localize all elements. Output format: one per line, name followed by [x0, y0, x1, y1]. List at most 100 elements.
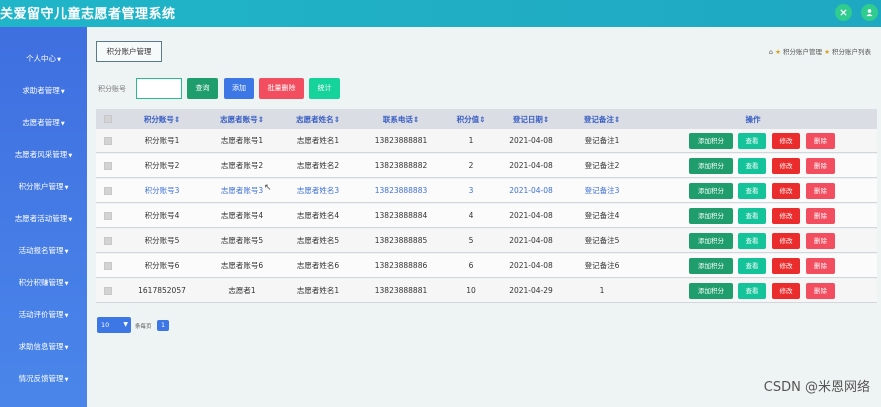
cell-phone: 13823888883 — [374, 186, 428, 195]
search-label: 积分账号 — [98, 85, 126, 93]
sidebar-item-label: 志愿者活动管理 — [14, 214, 68, 223]
cell-points-account: 积分账号6 — [144, 261, 180, 270]
view-button[interactable]: 查看 — [738, 258, 766, 274]
batch-delete-button[interactable]: 批量删除 — [259, 78, 304, 99]
sidebar-item-volunteer-activity[interactable]: 志愿者活动管理▼ — [0, 209, 87, 229]
cell-volunteer-name: 志愿者姓名1 — [296, 286, 340, 295]
sidebar-item-points-account[interactable]: 积分账户管理▼ — [0, 177, 87, 197]
delete-button[interactable]: 删除 — [806, 133, 835, 149]
view-button[interactable]: 查看 — [738, 158, 766, 174]
cell-phone: 13823888884 — [374, 211, 428, 220]
edit-button[interactable]: 修改 — [772, 133, 800, 149]
row-checkbox[interactable] — [96, 179, 120, 202]
view-button[interactable]: 查看 — [738, 283, 766, 299]
sidebar-item-feedback[interactable]: 情况反馈管理▼ — [0, 369, 87, 389]
add-points-button[interactable]: 添加积分 — [689, 183, 733, 199]
add-points-button[interactable]: 添加积分 — [689, 233, 733, 249]
delete-button[interactable]: 删除 — [806, 158, 835, 174]
delete-button[interactable]: 删除 — [806, 258, 835, 274]
col-header-points-account[interactable]: 积分账号 ⇕ — [120, 109, 204, 129]
select-all-checkbox[interactable] — [96, 109, 120, 129]
sidebar-item-volunteer-style[interactable]: 志愿者风采管理▼ — [0, 145, 87, 165]
breadcrumb-item[interactable]: 积分账户管理 — [783, 48, 822, 56]
cell-volunteer-name: 志愿者姓名1 — [296, 136, 340, 145]
edit-button[interactable]: 修改 — [772, 208, 800, 224]
table-row: 积分账号3 志愿者账号3 志愿者姓名3 13823888883 3 2021-04-08 登… — [96, 179, 877, 203]
sidebar-item-label: 志愿者管理 — [22, 118, 60, 127]
page-number-button[interactable]: 1 — [157, 320, 169, 331]
stats-button[interactable]: 统计 — [309, 78, 340, 99]
page-size-select[interactable]: 10 ▼ — [97, 317, 131, 333]
delete-button[interactable]: 删除 — [806, 283, 835, 299]
edit-button[interactable]: 修改 — [772, 183, 800, 199]
sidebar-item-label: 个人中心 — [26, 54, 57, 63]
sidebar-item-activity-review[interactable]: 活动评价管理▼ — [0, 305, 87, 325]
row-checkbox[interactable] — [96, 279, 120, 302]
add-points-button[interactable]: 添加积分 — [689, 283, 733, 299]
search-input[interactable] — [136, 78, 182, 99]
caret-down-icon: ▼ — [57, 57, 61, 63]
cell-volunteer-name: 志愿者姓名3 — [296, 186, 340, 195]
edit-button[interactable]: 修改 — [772, 158, 800, 174]
cell-points: 3 — [468, 186, 474, 195]
col-header-register-date[interactable]: 登记日期 ⇕ — [496, 109, 566, 129]
view-button[interactable]: 查看 — [738, 233, 766, 249]
query-button[interactable]: 查询 — [187, 78, 218, 99]
sidebar-item-label: 求助信息管理 — [18, 342, 64, 351]
sidebar-item-label: 情况反馈管理 — [18, 374, 64, 383]
cell-register-note: 1 — [599, 286, 605, 295]
add-points-button[interactable]: 添加积分 — [689, 258, 733, 274]
row-checkbox[interactable] — [96, 254, 120, 277]
app-title: 关爱留守儿童志愿者管理系统 — [0, 7, 176, 22]
delete-button[interactable]: 删除 — [806, 208, 835, 224]
cell-register-note: 登记备注4 — [584, 211, 620, 220]
row-checkbox[interactable] — [96, 204, 120, 227]
add-points-button[interactable]: 添加积分 — [689, 158, 733, 174]
col-header-points[interactable]: 积分值 ⇕ — [446, 109, 496, 129]
cell-volunteer-account: 志愿者1 — [228, 286, 256, 295]
add-points-button[interactable]: 添加积分 — [689, 208, 733, 224]
sidebar-item-help-seeker[interactable]: 求助者管理▼ — [0, 81, 87, 101]
caret-down-icon: ▼ — [68, 217, 73, 223]
sidebar-item-label: 志愿者风采管理 — [14, 150, 68, 159]
cell-volunteer-name: 志愿者姓名2 — [296, 161, 340, 170]
user-icon[interactable] — [861, 4, 878, 21]
cell-points-account: 积分账号5 — [144, 236, 180, 245]
edit-button[interactable]: 修改 — [772, 283, 800, 299]
settings-icon[interactable] — [835, 4, 852, 21]
tab-points-account[interactable]: 积分账户管理 — [96, 41, 162, 62]
sidebar-item-label: 积分积赚管理 — [18, 278, 64, 287]
delete-button[interactable]: 删除 — [806, 183, 835, 199]
delete-button[interactable]: 删除 — [806, 233, 835, 249]
row-checkbox[interactable] — [96, 154, 120, 177]
col-header-phone[interactable]: 联系电话 ⇕ — [356, 109, 446, 129]
sidebar-item-help-info[interactable]: 求助信息管理▼ — [0, 337, 87, 357]
add-button[interactable]: 添加 — [224, 78, 254, 99]
caret-down-icon: ▼ — [64, 281, 69, 287]
col-header-register-note[interactable]: 登记备注 ⇕ — [566, 109, 638, 129]
cell-points-account: 1617852057 — [138, 286, 186, 295]
chevron-down-icon: ▼ — [123, 321, 128, 328]
home-icon[interactable]: ⌂ — [769, 48, 773, 56]
caret-down-icon: ▼ — [60, 121, 65, 127]
caret-down-icon: ▼ — [60, 89, 65, 95]
row-checkbox[interactable] — [96, 229, 120, 252]
sidebar-item-points-earn[interactable]: 积分积赚管理▼ — [0, 273, 87, 293]
view-button[interactable]: 查看 — [738, 208, 766, 224]
cell-volunteer-name: 志愿者姓名6 — [296, 261, 340, 270]
view-button[interactable]: 查看 — [738, 183, 766, 199]
row-checkbox[interactable] — [96, 129, 120, 152]
col-header-volunteer-account[interactable]: 志愿者账号 ⇕ — [204, 109, 280, 129]
add-points-button[interactable]: 添加积分 — [689, 133, 733, 149]
sidebar-item-volunteer[interactable]: 志愿者管理▼ — [0, 113, 87, 133]
cell-volunteer-account: 志愿者账号2 — [220, 161, 264, 170]
caret-down-icon: ▼ — [64, 313, 69, 319]
col-header-volunteer-name[interactable]: 志愿者姓名 ⇕ — [280, 109, 356, 129]
view-button[interactable]: 查看 — [738, 133, 766, 149]
edit-button[interactable]: 修改 — [772, 233, 800, 249]
breadcrumb-item[interactable]: 积分账户列表 — [832, 48, 871, 56]
sidebar-item-activity-signup[interactable]: 活动报名管理▼ — [0, 241, 87, 261]
cell-register-note: 登记备注5 — [584, 236, 620, 245]
edit-button[interactable]: 修改 — [772, 258, 800, 274]
sidebar-item-personal-center[interactable]: 个人中心▼ — [0, 49, 87, 69]
